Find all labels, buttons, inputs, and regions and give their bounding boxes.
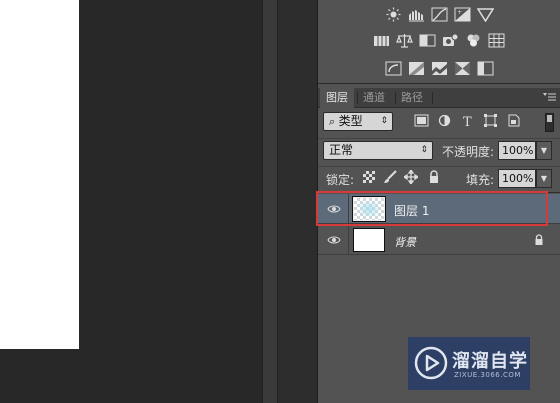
brightness-contrast-icon[interactable] <box>384 6 403 23</box>
lock-label: 锁定: <box>326 173 355 187</box>
play-logo-icon <box>414 346 448 380</box>
layer-thumbnail-content <box>360 202 378 216</box>
adjustments-row-3 <box>318 60 560 77</box>
layer-thumbnail <box>353 228 385 252</box>
watermark-url: ZIXUE.3066.COM <box>454 371 521 379</box>
color-lookup-icon[interactable] <box>487 32 506 49</box>
watermark-title: 溜溜自学 <box>452 351 528 372</box>
svg-text:T: T <box>463 115 472 127</box>
adjustments-row-2 <box>318 32 560 49</box>
document-canvas-area[interactable] <box>0 0 262 403</box>
channel-mixer-icon[interactable] <box>464 32 483 49</box>
panel-divider[interactable] <box>262 0 278 403</box>
layer-lock-icon <box>535 234 543 245</box>
adjustment-layer-filter-icon[interactable] <box>437 114 452 127</box>
exposure-icon[interactable]: + <box>453 6 472 23</box>
visibility-eye-icon[interactable] <box>327 203 341 215</box>
lock-position-icon[interactable] <box>404 170 418 184</box>
select-arrow-icon: ⇕ <box>420 145 428 155</box>
collapsed-panel-dock <box>278 0 318 403</box>
layer-row-layer-1[interactable]: 图层 1 <box>318 194 560 224</box>
select-arrow-icon: ⇕ <box>380 116 388 126</box>
curves-icon[interactable] <box>430 6 449 23</box>
layer-name[interactable]: 背景 <box>394 234 416 250</box>
panel-menu-icon[interactable] <box>543 92 556 104</box>
vibrance-icon[interactable] <box>476 6 495 23</box>
document-canvas[interactable] <box>0 0 79 349</box>
threshold-icon[interactable] <box>430 60 449 77</box>
layer-thumbnail <box>352 196 386 222</box>
blend-mode-row: 正常 ⇕ 不透明度: 100% ▼ <box>318 138 560 162</box>
blend-mode-select[interactable]: 正常 ⇕ <box>323 141 433 160</box>
filter-kind-select[interactable]: ⌕ 类型 ⇕ <box>323 112 393 131</box>
lock-transparent-pixels-icon[interactable] <box>362 170 376 184</box>
opacity-label: 不透明度: <box>442 145 495 159</box>
blend-mode-value: 正常 <box>329 143 354 157</box>
adjustments-row-1: + <box>318 6 560 23</box>
invert-icon[interactable] <box>384 60 403 77</box>
lock-all-icon[interactable] <box>427 170 441 184</box>
tab-layers[interactable]: 图层 <box>320 88 354 108</box>
pixel-layer-filter-icon[interactable] <box>414 114 429 127</box>
layer-row-background[interactable]: 背景 <box>318 225 560 255</box>
type-layer-filter-icon[interactable]: T <box>460 114 475 127</box>
tab-separator <box>432 92 433 104</box>
search-icon: ⌕ <box>329 115 339 128</box>
color-balance-icon[interactable] <box>395 32 414 49</box>
filter-toggle-switch[interactable] <box>545 113 554 132</box>
photo-filter-icon[interactable] <box>441 32 460 49</box>
hue-saturation-icon[interactable] <box>372 32 391 49</box>
shape-layer-filter-icon[interactable] <box>483 114 498 127</box>
adjustments-panel: + <box>318 0 560 84</box>
filter-toggle-knob <box>547 115 552 122</box>
layer-name[interactable]: 图层 1 <box>394 202 429 219</box>
fill-label: 填充: <box>466 173 495 187</box>
visibility-column-divider <box>348 194 349 224</box>
selective-color-icon[interactable] <box>453 60 472 77</box>
visibility-eye-icon[interactable] <box>327 234 341 246</box>
tab-channels[interactable]: 通道 <box>357 88 391 108</box>
opacity-dropdown-button[interactable]: ▼ <box>536 141 552 160</box>
lock-image-pixels-icon[interactable] <box>383 170 397 184</box>
visibility-column-divider <box>348 225 349 255</box>
smart-object-filter-icon[interactable] <box>506 114 521 127</box>
watermark-logo: 溜溜自学 ZIXUE.3066.COM <box>408 337 530 390</box>
fill-input[interactable]: 100% <box>498 169 536 188</box>
levels-icon[interactable] <box>407 6 426 23</box>
svg-text:+: + <box>457 9 462 16</box>
posterize-icon[interactable] <box>407 60 426 77</box>
black-white-icon[interactable] <box>418 32 437 49</box>
layer-filter-row: ⌕ 类型 ⇕ T <box>318 110 560 134</box>
opacity-input[interactable]: 100% <box>498 141 536 160</box>
filter-kind-label: 类型 <box>338 114 363 128</box>
fill-dropdown-button[interactable]: ▼ <box>536 169 552 188</box>
layers-panel-tab-bar: 图层 通道 路径 <box>318 88 560 108</box>
lock-row: 锁定: 填充: 100% ▼ <box>318 166 560 190</box>
tab-paths[interactable]: 路径 <box>395 88 429 108</box>
gradient-map-icon[interactable] <box>476 60 495 77</box>
